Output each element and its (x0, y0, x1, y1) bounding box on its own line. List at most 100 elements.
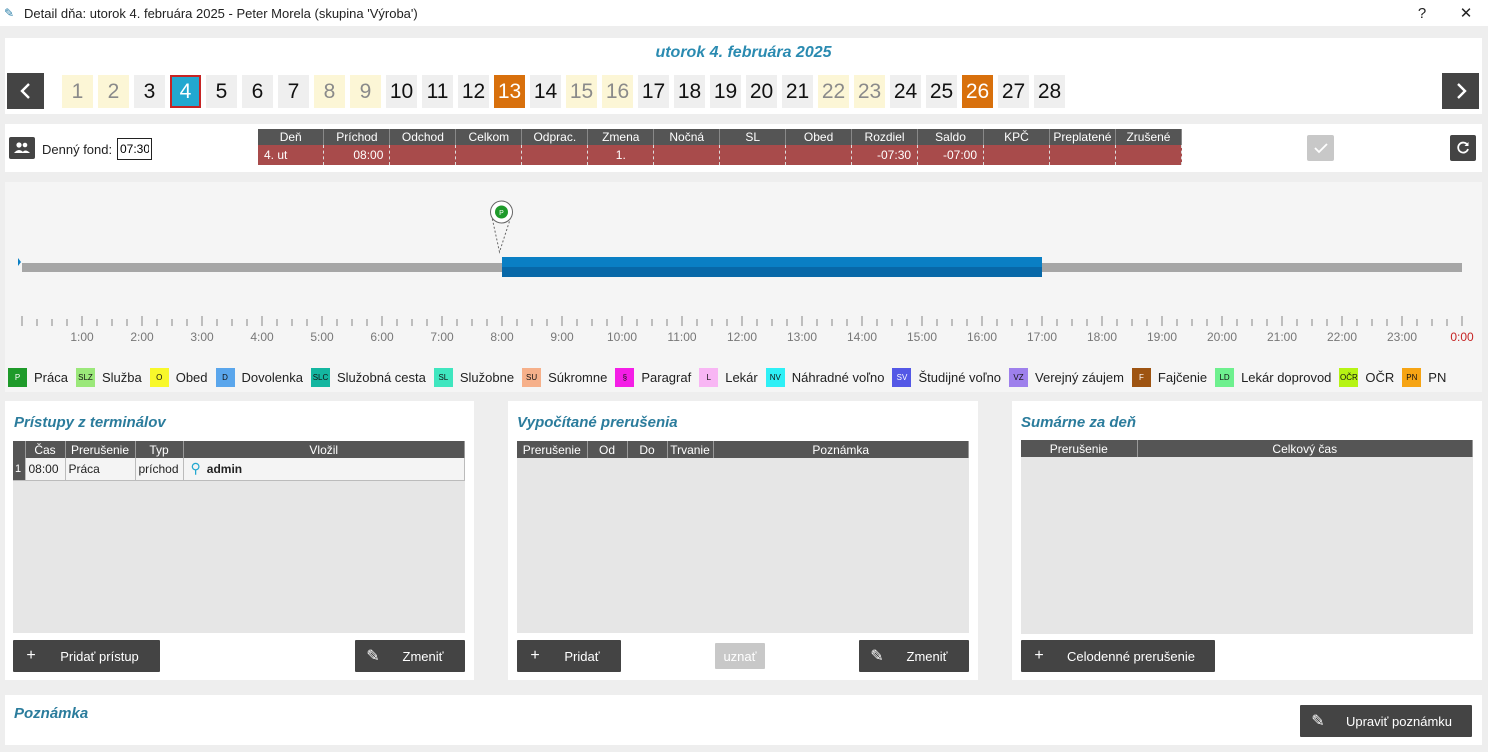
edit-break-label: Zmeniť (906, 648, 948, 664)
full-day-break-button[interactable]: + Celodenné prerušenie (1021, 640, 1215, 672)
access-user: admin (206, 462, 243, 477)
day-16[interactable]: 16 (602, 75, 633, 108)
summary-header-2: Odchod (389, 129, 457, 145)
legend-label-6: Súkromne (548, 370, 608, 385)
window-titlebar: ✎ Detail dňa: utorok 4. februára 2025 - … (0, 0, 1488, 26)
pencil-icon: ✎ (870, 648, 884, 665)
pin-label: P (499, 210, 504, 217)
confirm-button[interactable] (1307, 135, 1334, 161)
legend-item-14: OČR OČR (1339, 368, 1394, 387)
day-12[interactable]: 12 (458, 75, 489, 108)
legend-swatch-3: D (215, 368, 235, 387)
day-18[interactable]: 18 (674, 75, 705, 108)
day-19[interactable]: 19 (710, 75, 741, 108)
fond-input[interactable] (117, 138, 152, 160)
legend-label-12: Fajčenie (1157, 370, 1208, 385)
window-title: Detail dňa: utorok 4. februára 2025 - Pe… (24, 5, 418, 21)
access-row[interactable]: 1 08:00 Práca príchod ⚲ admin (13, 458, 465, 481)
hour-label-9:00: 9:00 (550, 330, 574, 344)
day-20[interactable]: 20 (746, 75, 777, 108)
summary-cell-12 (1049, 145, 1116, 165)
legend-label-13: Lekár doprovod (1241, 370, 1332, 385)
hour-label-4:00: 4:00 (250, 330, 274, 344)
day-2[interactable]: 2 (98, 75, 129, 108)
day-22[interactable]: 22 (818, 75, 849, 108)
summary-cell-7 (719, 145, 787, 165)
legend-label-8: Lekár (725, 370, 758, 385)
summary-header-11: KPČ (983, 129, 1050, 145)
summary-cell-13 (1115, 145, 1183, 165)
legend-label-2: Obed (175, 370, 208, 385)
hour-label-10:00: 10:00 (607, 330, 637, 344)
day-1[interactable]: 1 (62, 75, 93, 108)
pristupy-card: Prístupy z terminálov Čas Prerušenie Typ Vl… (5, 401, 474, 680)
access-cell-1: 08:00 (25, 458, 66, 481)
close-button[interactable]: ✕ (1444, 4, 1488, 22)
day-10[interactable]: 10 (386, 75, 417, 108)
day-25[interactable]: 25 (926, 75, 957, 108)
access-cell-3: príchod (135, 458, 184, 481)
hour-label-1:00: 1:00 (70, 330, 94, 344)
day-14[interactable]: 14 (530, 75, 561, 108)
add-break-button[interactable]: + Pridať (517, 640, 621, 672)
legend-swatch-11: VZ (1009, 368, 1029, 387)
hour-label-16:00: 16:00 (967, 330, 997, 344)
chevron-left-icon (19, 83, 30, 99)
note-panel: Poznámka ✎ Upraviť poznámku (5, 695, 1482, 745)
day-7[interactable]: 7 (278, 75, 309, 108)
legend-swatch-1: SLZ (75, 368, 95, 387)
approve-button[interactable]: uznať (715, 643, 765, 669)
access-cell-0: 1 (13, 458, 26, 481)
hour-label-5:00: 5:00 (310, 330, 334, 344)
hour-label-15:00: 15:00 (907, 330, 937, 344)
day-summary-row[interactable]: 4. ut 08:00 1. -07:30 -07:00 (258, 145, 1183, 165)
day-8[interactable]: 8 (314, 75, 345, 108)
work-interval-bar-shade (502, 267, 1042, 277)
day-5[interactable]: 5 (206, 75, 237, 108)
day-21[interactable]: 21 (782, 75, 813, 108)
timeline-panel: P 1:00 2:00 3:00 4:00 5:00 6:00 7:00 8:00 9:00 10:… (5, 182, 1482, 392)
day-28[interactable]: 28 (1034, 75, 1065, 108)
edit-break-button[interactable]: ✎ Zmeniť (859, 640, 969, 672)
prev-month-button[interactable] (7, 73, 44, 109)
timeline-chart[interactable]: P 1:00 2:00 3:00 4:00 5:00 6:00 7:00 8:00 9:00 10:… (5, 182, 1482, 362)
add-access-button[interactable]: + Pridať prístup (13, 640, 160, 672)
summary-header-7: SL (719, 129, 787, 145)
legend-label-3: Dovolenka (241, 370, 303, 385)
sumarne-grid: Prerušenie Celkový čas (1021, 440, 1473, 634)
timeline-start-marker (18, 258, 21, 266)
employees-button[interactable] (9, 137, 35, 159)
vypocitane-card: Vypočítané prerušenia Prerušenie Od Do Trva… (508, 401, 978, 680)
day-6[interactable]: 6 (242, 75, 273, 108)
full-day-break-label: Celodenné prerušenie (1067, 648, 1195, 664)
day-15[interactable]: 15 (566, 75, 597, 108)
legend-item-10: SV Študijné voľno (892, 368, 1001, 387)
day-3[interactable]: 3 (134, 75, 165, 108)
day-26[interactable]: 26 (962, 75, 993, 108)
fond-label: Denný fond: (42, 142, 113, 157)
legend-label-1: Služba (101, 370, 142, 385)
refresh-button[interactable] (1450, 135, 1476, 161)
edit-access-button[interactable]: ✎ Zmeniť (355, 640, 465, 672)
day-17[interactable]: 17 (638, 75, 669, 108)
summary-header-0: Deň (258, 129, 325, 145)
vypocitane-grid: Prerušenie Od Do Trvanie Poznámka (517, 441, 969, 633)
day-23[interactable]: 23 (854, 75, 885, 108)
next-month-button[interactable] (1442, 73, 1479, 109)
day-4[interactable]: 4 (170, 75, 201, 108)
summary-cell-0: 4. ut (258, 145, 325, 165)
day-summary-table: Deň Príchod Odchod Celkom Odprac. Zmena Nočná S… (258, 129, 1183, 165)
vypocitane-header-3: Trvanie (667, 441, 714, 458)
day-13[interactable]: 13 (494, 75, 525, 108)
day-27[interactable]: 27 (998, 75, 1029, 108)
legend-item-11: VZ Verejný záujem (1009, 368, 1124, 387)
help-button[interactable]: ? (1400, 5, 1444, 22)
hour-label-6:00: 6:00 (370, 330, 394, 344)
plus-icon: + (530, 647, 540, 664)
day-24[interactable]: 24 (890, 75, 921, 108)
day-11[interactable]: 11 (422, 75, 453, 108)
user-icon: ⚲ (190, 460, 201, 477)
hour-label-19:00: 19:00 (1147, 330, 1177, 344)
edit-note-button[interactable]: ✎ Upraviť poznámku (1300, 705, 1472, 737)
day-9[interactable]: 9 (350, 75, 381, 108)
